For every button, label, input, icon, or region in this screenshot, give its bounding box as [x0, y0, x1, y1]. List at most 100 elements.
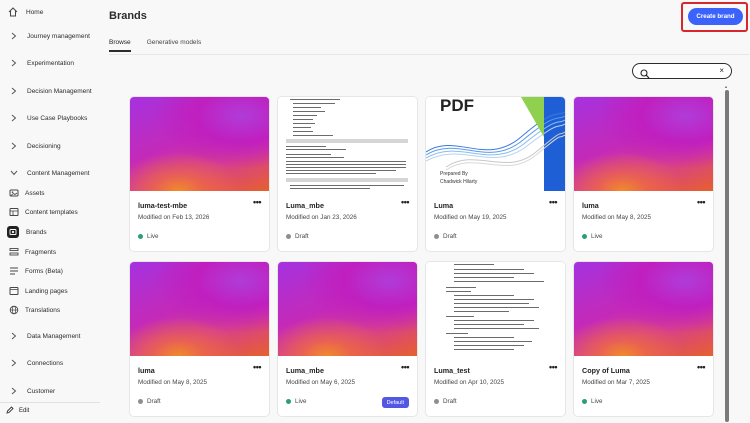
modified-date: Modified on Mar 7, 2025	[582, 379, 650, 386]
brand-card[interactable]: luma ••• Modified on May 8, 2025 Live	[574, 97, 713, 251]
document-thumbnail	[426, 262, 565, 356]
sidebar-item-label: Connections	[27, 359, 64, 367]
sidebar-item-label: Translations	[25, 306, 61, 314]
sidebar-item-label: Decisioning	[27, 142, 61, 150]
more-options-button[interactable]: •••	[697, 197, 705, 207]
create-brand-button[interactable]: Create brand	[688, 8, 743, 25]
tab-generative-models[interactable]: Generative models	[147, 39, 202, 52]
sidebar-item-label: Experimentation	[27, 59, 74, 67]
sidebar-item-label: Journey management	[27, 32, 90, 40]
clear-search-icon[interactable]: ×	[719, 65, 724, 77]
brand-name: Copy of Luma	[582, 366, 630, 375]
sidebar-item-journey-management[interactable]: Journey management	[0, 27, 100, 45]
modified-date: Modified on Feb 13, 2026	[138, 214, 210, 221]
sidebar-item-assets[interactable]: Assets	[0, 184, 100, 202]
sidebar: Home Journey management Experimentation …	[0, 0, 100, 423]
brand-thumbnail	[574, 97, 713, 191]
edit-nav-button[interactable]: Edit	[6, 406, 29, 416]
sidebar-item-label: Decision Management	[27, 87, 92, 95]
modified-date: Modified on May 19, 2025	[434, 214, 507, 221]
sidebar-item-fragments[interactable]: Fragments	[0, 243, 100, 261]
modified-date: Modified on May 8, 2025	[582, 214, 651, 221]
more-options-button[interactable]: •••	[253, 197, 261, 207]
status-label: Draft	[295, 233, 309, 240]
brand-name: Luma	[434, 201, 454, 210]
brand-card[interactable]: Copy of Luma ••• Modified on Mar 7, 2025…	[574, 262, 713, 416]
status-label: Draft	[147, 398, 161, 405]
more-options-button[interactable]: •••	[549, 362, 557, 372]
status-dot	[434, 234, 439, 239]
sidebar-item-data-management[interactable]: Data Management	[0, 327, 100, 345]
sidebar-item-customer[interactable]: Customer	[0, 382, 100, 400]
sidebar-item-content-templates[interactable]: Content templates	[0, 203, 100, 221]
tab-divider	[109, 54, 749, 55]
status-label: Draft	[443, 233, 457, 240]
pdf-thumbnail: PDF Prepared By Chadwick Hilarty	[426, 97, 565, 191]
sidebar-item-decision-management[interactable]: Decision Management	[0, 82, 100, 100]
brand-card[interactable]: Luma_mbe ••• Modified on Jan 23, 2026 Dr…	[278, 97, 417, 251]
sidebar-item-label: Fragments	[25, 248, 57, 256]
tab-list: Browse Generative models	[109, 39, 201, 52]
globe-icon	[9, 305, 19, 315]
status-dot	[434, 399, 439, 404]
chevron-right-icon	[9, 331, 19, 341]
brand-name: luma	[138, 366, 155, 375]
sidebar-item-use-case-playbooks[interactable]: Use Case Playbooks	[0, 109, 100, 127]
brand-thumbnail	[130, 97, 269, 191]
chevron-right-icon	[9, 113, 19, 123]
status-dot	[582, 399, 587, 404]
pdf-prepared-by: Prepared By	[440, 171, 468, 177]
pencil-icon	[6, 406, 14, 416]
brand-card[interactable]: luma ••• Modified on May 8, 2025 Draft	[130, 262, 269, 416]
sidebar-item-home[interactable]: Home	[0, 3, 100, 21]
sidebar-item-landing-pages[interactable]: Landing pages	[0, 282, 100, 300]
status-label: Live	[591, 233, 603, 240]
status-dot	[138, 234, 143, 239]
brand-card[interactable]: Luma_test ••• Modified on Apr 10, 2025 D…	[426, 262, 565, 416]
modified-date: Modified on Jan 23, 2026	[286, 214, 357, 221]
sidebar-item-experimentation[interactable]: Experimentation	[0, 54, 100, 72]
brand-name: luma-test-mbe	[138, 201, 188, 210]
chevron-right-icon	[9, 358, 19, 368]
more-options-button[interactable]: •••	[697, 362, 705, 372]
brand-card[interactable]: luma-test-mbe ••• Modified on Feb 13, 20…	[130, 97, 269, 251]
modified-date: Modified on Apr 10, 2025	[434, 379, 505, 386]
brand-card[interactable]: Luma_mbe ••• Modified on May 6, 2025 Liv…	[278, 262, 417, 416]
status-badge: Live	[582, 398, 603, 405]
status-dot	[138, 399, 143, 404]
brand-name: Luma_mbe	[286, 366, 324, 375]
status-badge: Draft	[434, 398, 457, 405]
modified-date: Modified on May 6, 2025	[286, 379, 355, 386]
more-options-button[interactable]: •••	[401, 362, 409, 372]
tab-browse[interactable]: Browse	[109, 39, 131, 52]
chevron-right-icon	[9, 31, 19, 41]
more-options-button[interactable]: •••	[253, 362, 261, 372]
scrollbar-thumb[interactable]	[725, 90, 729, 422]
sidebar-item-content-management[interactable]: Content Management	[0, 164, 100, 182]
sidebar-item-label: Home	[26, 8, 44, 16]
sidebar-item-translations[interactable]: Translations	[0, 301, 100, 319]
brand-thumbnail	[574, 262, 713, 356]
sidebar-item-brands[interactable]: Brands	[0, 223, 100, 241]
edit-label: Edit	[19, 408, 30, 414]
page-title: Brands	[109, 10, 147, 22]
brand-name: Luma_test	[434, 366, 470, 375]
status-dot	[286, 234, 291, 239]
brand-card[interactable]: PDF Prepared By Chadwick Hilarty Luma ••…	[426, 97, 565, 251]
sidebar-item-decisioning[interactable]: Decisioning	[0, 137, 100, 155]
chevron-right-icon	[9, 386, 19, 396]
sidebar-item-forms[interactable]: Forms (Beta)	[0, 262, 100, 280]
search-field[interactable]: ×	[632, 63, 732, 79]
chevron-down-icon	[9, 168, 19, 178]
sidebar-item-label: Content templates	[25, 208, 78, 216]
sidebar-item-connections[interactable]: Connections	[0, 354, 100, 372]
document-thumbnail	[278, 97, 417, 191]
pdf-heading: PDF	[440, 97, 474, 115]
more-options-button[interactable]: •••	[401, 197, 409, 207]
scroll-up-arrow[interactable]: ▲	[724, 84, 728, 89]
status-dot	[286, 399, 291, 404]
brand-thumbnail	[130, 262, 269, 356]
brand-name: Luma_mbe	[286, 201, 324, 210]
more-options-button[interactable]: •••	[549, 197, 557, 207]
sidebar-item-label: Landing pages	[25, 287, 68, 295]
